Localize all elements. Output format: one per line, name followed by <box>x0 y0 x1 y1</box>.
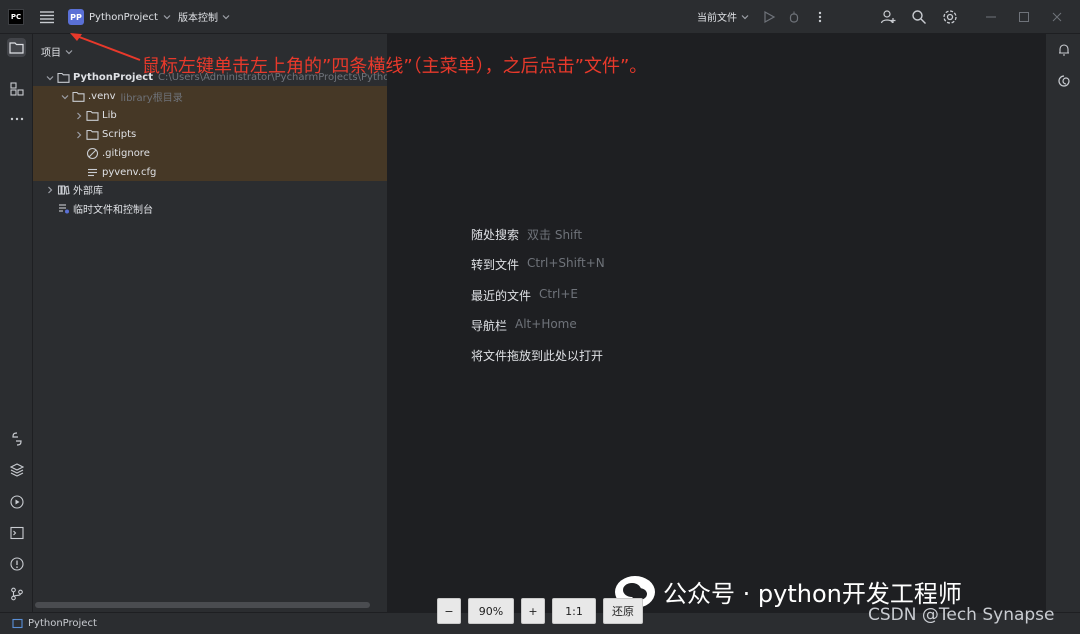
more-actions-icon[interactable] <box>811 8 829 26</box>
image-zoom-controls: − 90% + 1:1 还原 <box>437 598 643 626</box>
ai-assistant-icon[interactable] <box>1054 71 1073 90</box>
hint-goto-file: 转到文件 Ctrl+Shift+N <box>471 256 605 273</box>
hint-drop-files: 将文件拖放到此处以打开 <box>471 347 603 364</box>
hint-label: 导航栏 <box>471 319 508 333</box>
tree-row-gitignore[interactable]: .gitignore <box>33 144 387 163</box>
status-project-name[interactable]: PythonProject <box>28 618 97 629</box>
layers-icon[interactable] <box>7 460 26 479</box>
chevron-right-icon <box>77 131 82 138</box>
project-panel-title: 项目 <box>41 48 61 59</box>
actual-size-button[interactable]: 1:1 <box>552 598 596 624</box>
project-widget[interactable]: PP PythonProject <box>68 8 171 26</box>
hint-recent-files: 最近的文件 Ctrl+E <box>471 287 578 304</box>
watermark-csdn: CSDN @Tech Synapse <box>868 605 1055 625</box>
tree-row-scratches[interactable]: 临时文件和控制台 <box>33 199 387 218</box>
services-icon[interactable] <box>7 492 26 511</box>
tree-item-label: Lib <box>102 110 117 121</box>
editor-empty-state: 随处搜索 双击 Shift 转到文件 Ctrl+Shift+N 最近的文件 Ct… <box>389 34 1045 612</box>
annotation-arrow <box>70 33 141 61</box>
venv-hint: library根目录 <box>120 93 183 104</box>
chevron-down-icon <box>741 14 749 19</box>
hint-label: 转到文件 <box>471 258 520 272</box>
config-file-icon <box>88 168 97 177</box>
tree-row-venv[interactable]: .venv library根目录 <box>33 87 387 106</box>
debug-icon[interactable] <box>785 8 803 26</box>
tree-item-label: 临时文件和控制台 <box>73 205 153 216</box>
tree-item-label: .gitignore <box>102 148 150 159</box>
hint-key: Alt+Home <box>515 317 577 331</box>
tree-item-label: 外部库 <box>73 186 103 197</box>
annotation-text: 鼠标左键单击左上角的”四条横线”（主菜单），之后点击”文件”。 <box>142 56 648 77</box>
main-menu-hamburger-icon[interactable] <box>38 8 56 26</box>
watermark: 公众号 · python开发工程师 <box>615 574 962 609</box>
terminal-icon[interactable] <box>7 523 26 542</box>
pycharm-logo-icon: PC <box>8 9 24 25</box>
hint-label: 最近的文件 <box>471 289 532 303</box>
hint-key: 双击 Shift <box>527 228 583 242</box>
zoom-in-button[interactable]: + <box>521 598 545 624</box>
close-icon[interactable] <box>1048 8 1066 26</box>
run-icon[interactable] <box>760 8 778 26</box>
hint-key: Ctrl+Shift+N <box>527 256 605 270</box>
tree-row-external-libs[interactable]: 外部库 <box>33 180 387 199</box>
problems-icon[interactable] <box>7 554 26 573</box>
tree-row-lib[interactable]: Lib <box>33 106 387 125</box>
python-packages-icon[interactable] <box>7 429 26 448</box>
chevron-right-icon <box>77 112 82 119</box>
venv-name: .venv <box>88 91 116 102</box>
search-icon[interactable] <box>910 8 928 26</box>
right-tool-strip <box>1045 34 1080 612</box>
project-status-icon <box>12 618 23 629</box>
root-project-name: PythonProject <box>73 72 153 83</box>
zoom-out-button[interactable]: − <box>437 598 461 624</box>
library-icon <box>57 185 70 195</box>
vcs-label: 版本控制 <box>178 13 218 24</box>
notifications-bell-icon[interactable] <box>1054 40 1073 59</box>
hint-label: 随处搜索 <box>471 228 520 242</box>
run-config-label: 当前文件 <box>697 13 737 24</box>
folder-icon <box>86 110 99 121</box>
vcs-widget[interactable]: 版本控制 <box>178 9 230 24</box>
project-tool-window: 项目 PythonProject C:\Users\Administrator\… <box>33 34 388 612</box>
title-bar: PC PP PythonProject 版本控制 当前文件 <box>0 0 1080 34</box>
folder-icon <box>86 129 99 140</box>
watermark-text: 公众号 · python开发工程师 <box>663 580 962 608</box>
hint-search-everywhere: 随处搜索 双击 Shift <box>471 226 582 243</box>
restore-button[interactable]: 还原 <box>603 598 643 624</box>
zoom-level: 90% <box>468 598 514 624</box>
minimize-icon[interactable] <box>982 8 1000 26</box>
chevron-down-icon <box>163 15 171 20</box>
chevron-down-icon <box>61 94 69 99</box>
left-tool-strip <box>0 34 33 612</box>
project-folder-icon[interactable] <box>7 38 26 57</box>
project-badge: PP <box>68 9 84 25</box>
settings-gear-icon[interactable] <box>941 8 959 26</box>
folder-icon <box>57 72 70 83</box>
hint-navigation-bar: 导航栏 Alt+Home <box>471 317 577 334</box>
tree-row-scripts[interactable]: Scripts <box>33 125 387 144</box>
hint-key: Ctrl+E <box>539 287 579 301</box>
tree-item-label: pyvenv.cfg <box>102 167 157 178</box>
ignored-file-icon <box>86 147 99 160</box>
chevron-down-icon <box>222 14 230 19</box>
more-tools-icon[interactable] <box>7 109 26 128</box>
hint-label: 将文件拖放到此处以打开 <box>471 349 604 363</box>
git-icon[interactable] <box>7 584 26 603</box>
structure-icon[interactable] <box>7 79 26 98</box>
maximize-icon[interactable] <box>1015 8 1033 26</box>
folder-icon <box>72 91 85 102</box>
chevron-down-icon <box>46 75 54 80</box>
tree-item-label: Scripts <box>102 129 137 140</box>
project-name: PythonProject <box>89 11 158 23</box>
add-user-icon[interactable] <box>879 8 897 26</box>
run-config-selector[interactable]: 当前文件 <box>697 9 749 24</box>
horizontal-scrollbar[interactable] <box>35 602 370 608</box>
chevron-right-icon <box>48 186 53 193</box>
scratches-icon <box>59 204 69 214</box>
